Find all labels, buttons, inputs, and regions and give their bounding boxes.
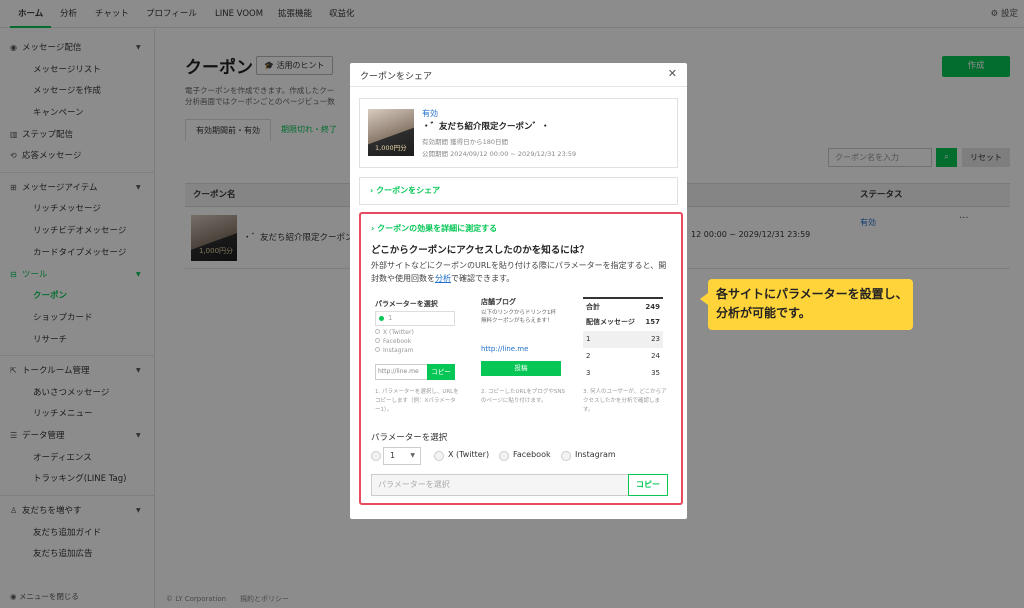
coupon-valid-period: 有効期間 獲得日から180日間: [422, 138, 508, 146]
table-row: 3 35: [583, 365, 663, 382]
chevron-down-icon: ▼: [410, 452, 415, 459]
param-number-select[interactable]: 1 ▼: [383, 447, 421, 465]
table-row: 2 24: [583, 348, 663, 365]
param-options: 1 ▼ X (Twitter) Facebook Instagram: [371, 447, 671, 465]
desc-text: 外部サイトなどにクーポンのURLを貼り付ける際にパラメーターを指定すると、開封数…: [371, 261, 667, 283]
illus-option-label: X (Twitter): [383, 329, 414, 336]
stat-value: 157: [645, 318, 660, 326]
close-icon[interactable]: ✕: [668, 67, 677, 80]
param-radio-x[interactable]: [434, 451, 444, 461]
measure-effect-section: › クーポンの効果を詳細に測定する どこからクーポンにアクセスしたのかを知るには…: [359, 212, 683, 505]
stat-label: 1: [586, 335, 591, 343]
param-radio-facebook[interactable]: [499, 451, 509, 461]
radio-icon: [375, 338, 380, 343]
table-row: 合計 249: [583, 297, 663, 314]
coupon-card: 1,000円分 有効 ・゛友だち紹介限定クーポン゛・ 有効期間 獲得日から180…: [359, 98, 678, 168]
stat-value: 35: [651, 369, 660, 377]
stat-value: 23: [651, 335, 660, 343]
illus-post-button: 投稿: [481, 361, 561, 376]
illus-blog-heading: 店舗ブログ: [481, 298, 516, 306]
param-select-value: 1: [390, 451, 396, 460]
param-heading: パラメーターを選択: [371, 433, 448, 443]
illus-option: Facebook: [375, 338, 411, 345]
illus-caption-3: 3. 何人のユーザーが、どこからアクセスしたかを分析で確認します。: [583, 389, 667, 413]
modal-title: クーポンをシェア: [360, 72, 433, 82]
share-accordion[interactable]: › クーポンをシェア: [359, 177, 678, 205]
stat-label: 3: [586, 369, 591, 377]
param-label-instagram: Instagram: [575, 450, 616, 459]
measure-question: どこからクーポンにアクセスしたのかを知るには？: [371, 245, 589, 256]
param-radio-instagram[interactable]: [561, 451, 571, 461]
param-label-facebook: Facebook: [513, 450, 551, 459]
coupon-thumbnail: 1,000円分: [368, 109, 414, 156]
coupon-name: ・゛友だち紹介限定クーポン゛・: [422, 122, 550, 132]
measure-accordion-label: クーポンの効果を詳細に測定する: [377, 224, 498, 233]
illus-url-field: http://line.me: [375, 364, 429, 380]
illus-option-label: Facebook: [383, 338, 412, 345]
radio-icon: [375, 347, 380, 352]
illus-option: X (Twitter): [375, 329, 414, 336]
illus-blog-text: 以下のリンクからドリンク1杯無料クーポンがもらえます！: [481, 310, 557, 324]
param-url-input[interactable]: パラメーターを選択: [371, 474, 629, 496]
copy-button[interactable]: コピー: [628, 474, 668, 496]
thumbnail-text: 1,000円分: [375, 144, 407, 152]
param-label-x: X (Twitter): [448, 450, 490, 459]
stat-label: 配信メッセージ: [586, 318, 635, 326]
share-accordion-label: クーポンをシェア: [376, 186, 441, 195]
illus-caption-1: 1. パラメーターを選択し、URLをコピーします（例：Xパラメーター1）。: [375, 389, 459, 413]
stat-label: 2: [586, 352, 591, 360]
parameter-illustration: パラメーターを選択 1 X (Twitter) Facebook Instagr…: [371, 295, 671, 423]
illus-copy-button: コピー: [427, 364, 455, 380]
coupon-status: 有効: [422, 109, 438, 118]
measure-description: 外部サイトなどにクーポンのURLを貼り付ける際にパラメーターを指定すると、開封数…: [371, 259, 671, 285]
annotation-callout: 各サイトにパラメーターを設置し、分析が可能です。: [700, 279, 913, 330]
table-row: 1 23: [583, 331, 663, 348]
illus-caption-2: 2. コピーしたURLをブログやSNSのページに貼り付けます。: [481, 389, 566, 404]
modal-header: クーポンをシェア ✕: [350, 63, 687, 87]
table-row: 配信メッセージ 157: [583, 314, 663, 331]
illus-select-value: 1: [388, 314, 393, 322]
stat-label: 合計: [586, 303, 600, 311]
measure-accordion[interactable]: › クーポンの効果を詳細に測定する: [371, 223, 497, 234]
illus-option: Instagram: [375, 347, 414, 354]
analytics-link[interactable]: 分析: [435, 274, 451, 283]
radio-icon: [375, 329, 380, 334]
chevron-right-icon: ›: [370, 186, 374, 195]
chevron-down-icon: ›: [371, 224, 375, 233]
stat-value: 24: [651, 352, 660, 360]
param-radio-1[interactable]: [371, 451, 381, 461]
callout-text: 各サイトにパラメーターを設置し、分析が可能です。: [716, 287, 908, 320]
share-coupon-modal: クーポンをシェア ✕ 1,000円分 有効 ・゛友だち紹介限定クーポン゛・ 有効…: [350, 63, 687, 519]
illus-blog-link: http://line.me: [481, 345, 529, 353]
illus-param-heading: パラメーターを選択: [375, 300, 438, 308]
desc-text: で確認できます。: [451, 274, 515, 283]
radio-selected-icon: [379, 316, 384, 321]
coupon-publish-period: 公開期間 2024/09/12 00:00 ~ 2029/12/31 23:59: [422, 150, 577, 158]
illus-option-label: Instagram: [383, 347, 414, 354]
illus-param-select: 1: [375, 311, 455, 326]
illus-stats-table: 合計 249 配信メッセージ 157 1 23 2 24 3 35: [583, 297, 663, 382]
